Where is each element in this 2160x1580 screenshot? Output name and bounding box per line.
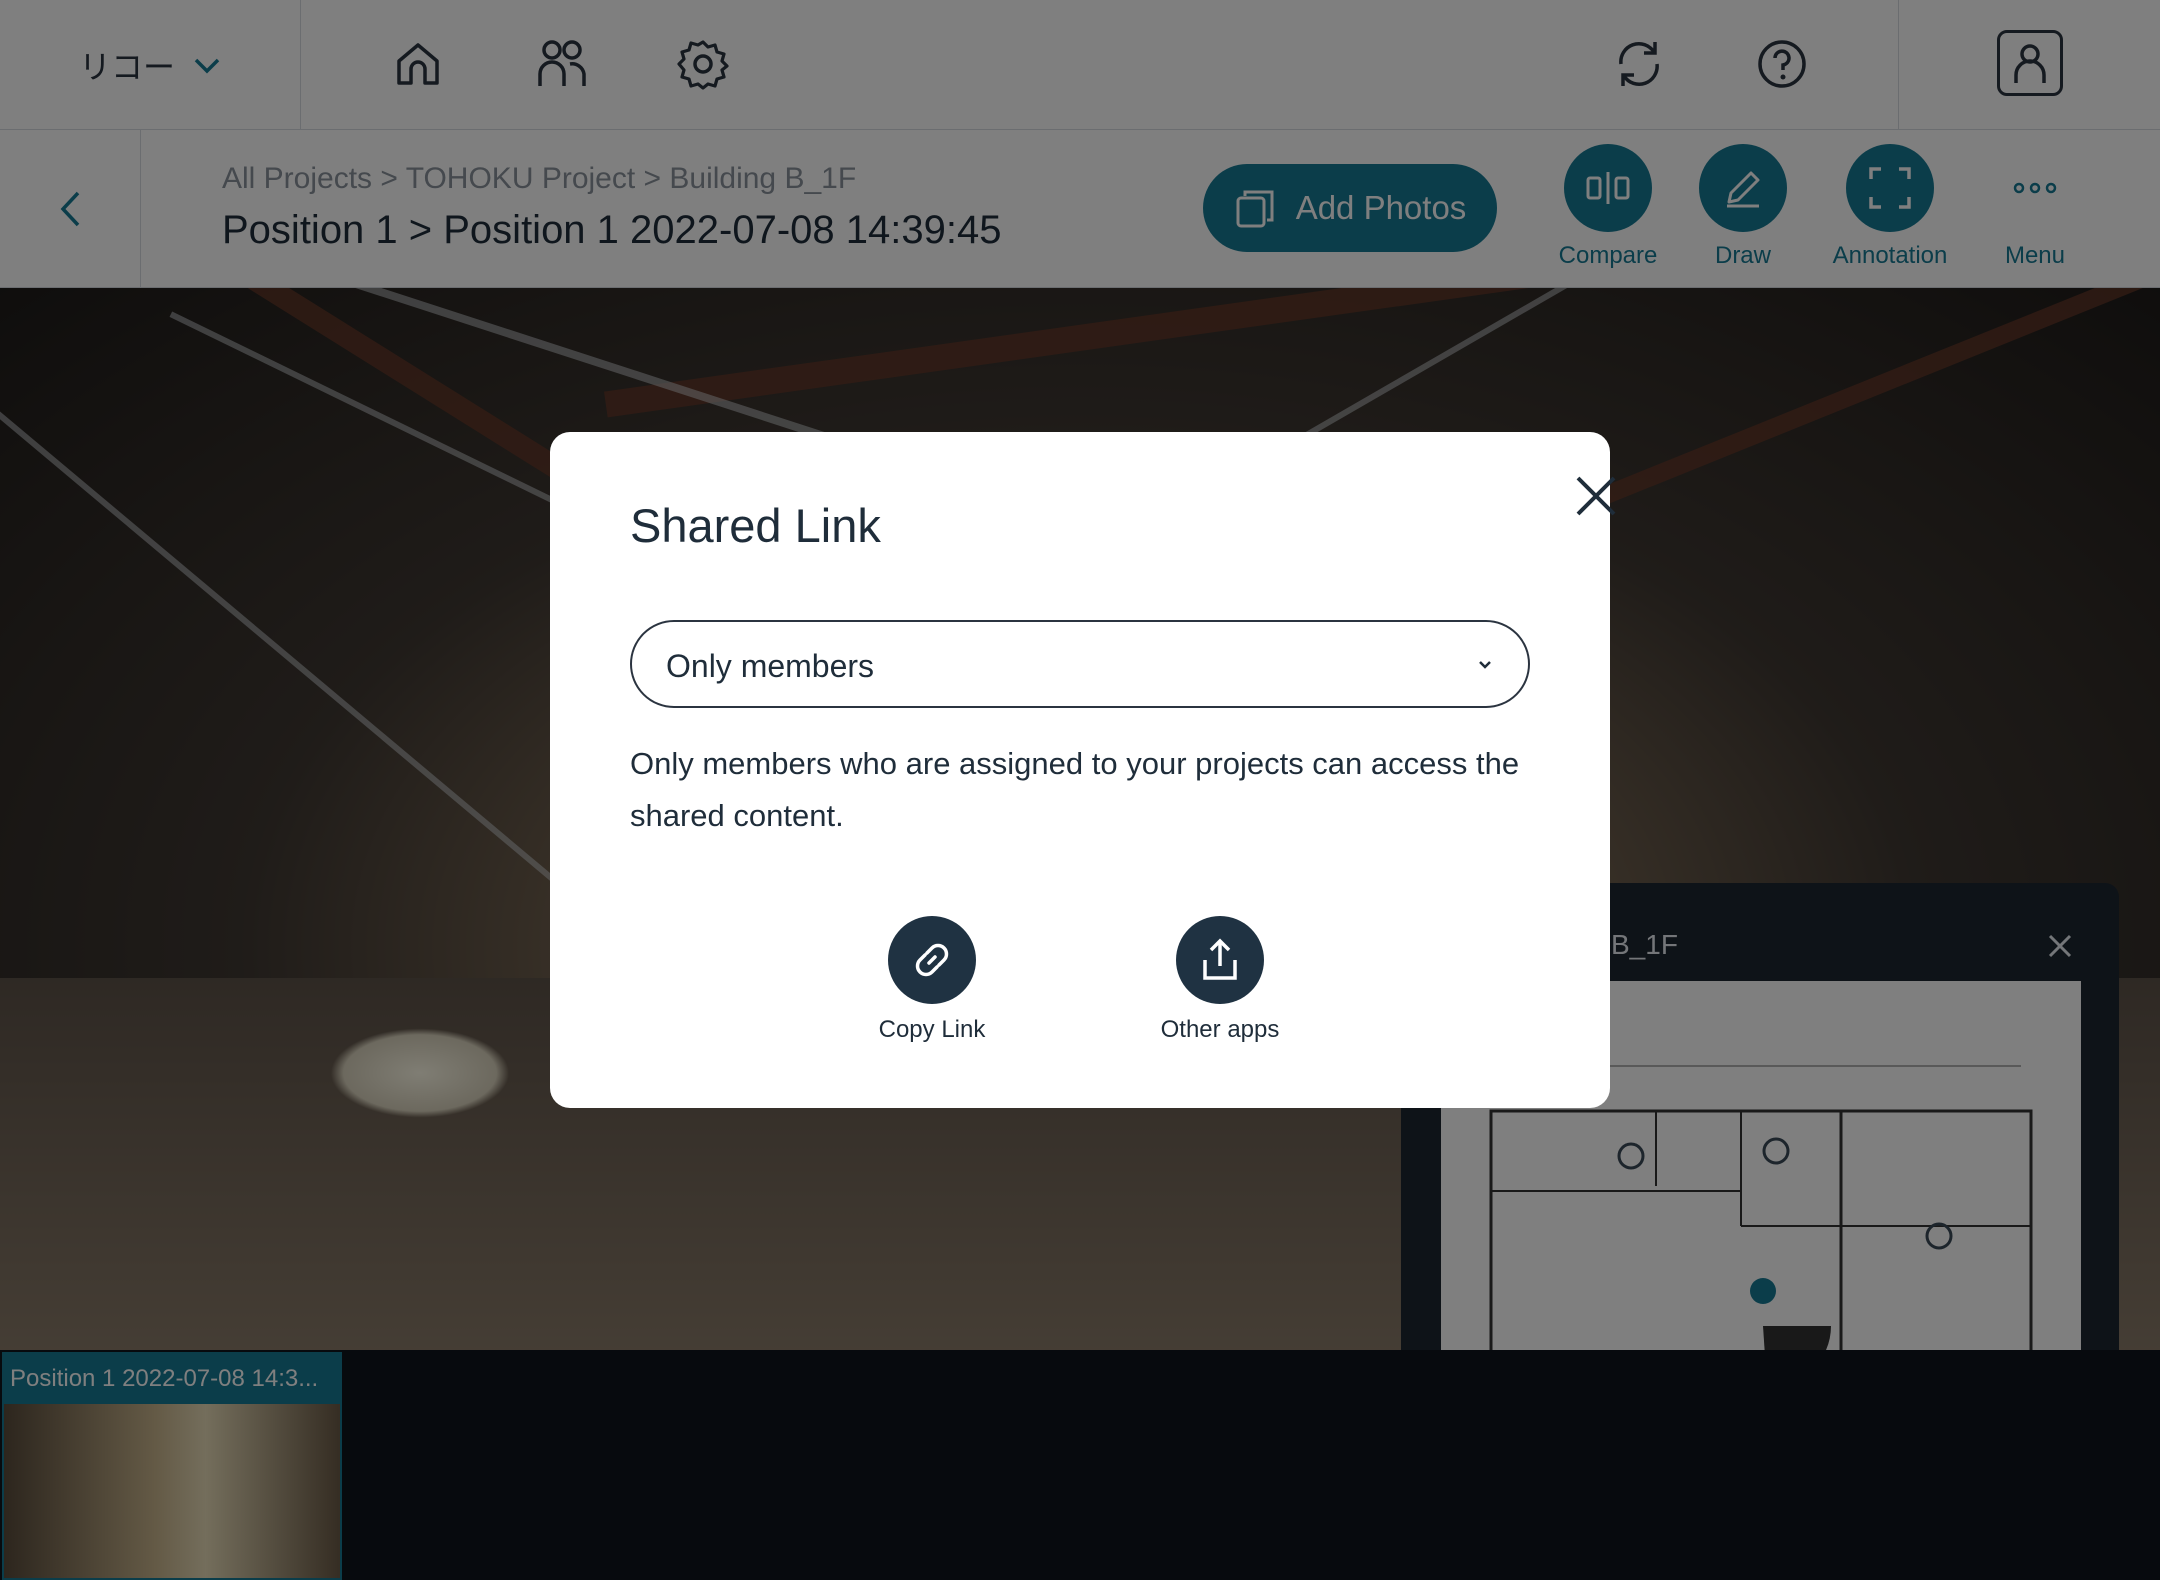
other-apps-label: Other apps [1160, 1016, 1280, 1043]
other-apps-button[interactable]: Other apps [1120, 916, 1320, 1044]
shared-link-dialog: Shared Link Only members Only members wh… [550, 432, 1616, 1108]
link-icon [915, 943, 949, 977]
select-value: Only members [666, 648, 875, 684]
copy-link-button[interactable]: Copy Link [832, 916, 1032, 1044]
chevron-down-icon [1479, 661, 1491, 669]
share-upload-icon [1203, 938, 1237, 980]
close-icon[interactable] [1566, 466, 1626, 526]
copy-link-label: Copy Link [878, 1016, 986, 1043]
access-description: Only members who are assigned to your pr… [630, 746, 1520, 833]
dialog-title: Shared Link [630, 499, 881, 552]
access-level-select[interactable]: Only members [630, 620, 1530, 708]
